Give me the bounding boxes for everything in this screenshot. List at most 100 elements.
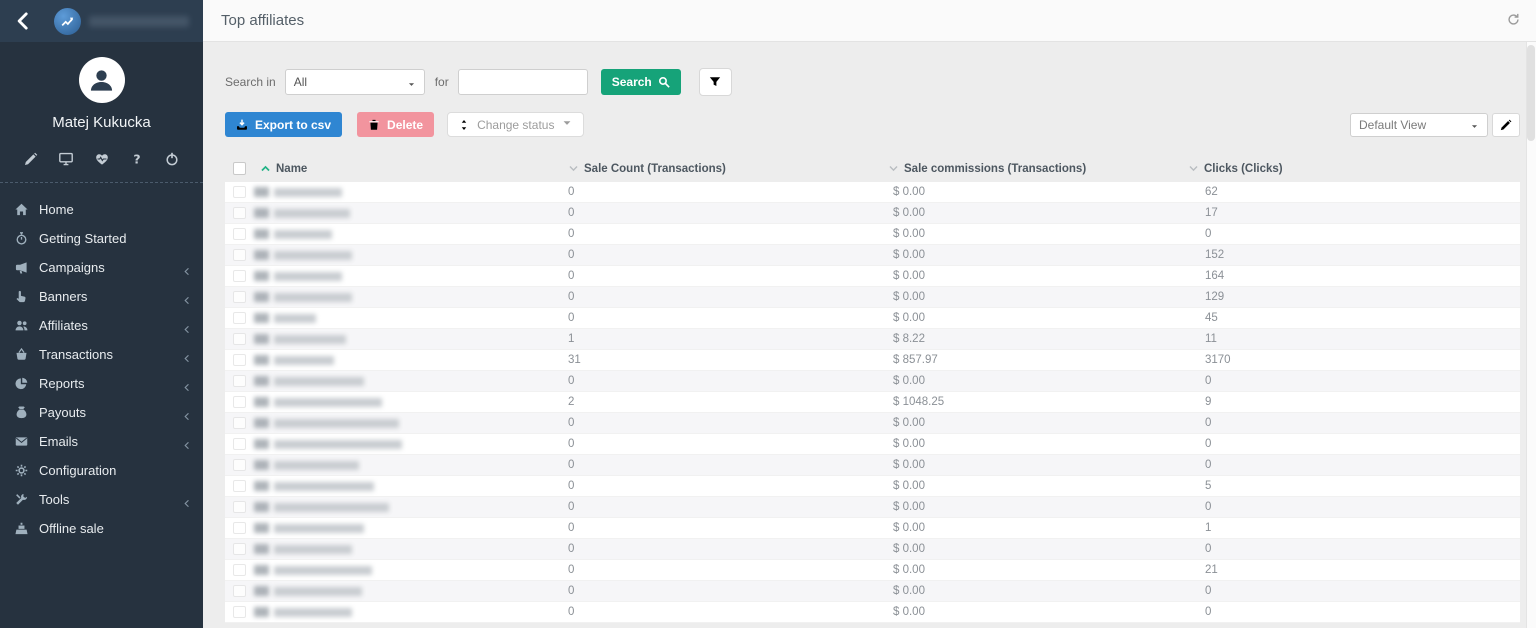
cell-sale-count: 0 <box>568 228 888 240</box>
row-checkbox[interactable] <box>233 228 246 240</box>
row-checkbox[interactable] <box>233 543 246 555</box>
heartbeat-icon[interactable] <box>95 152 109 166</box>
vertical-scrollbar[interactable] <box>1526 42 1536 628</box>
sidebar-item-label: Home <box>39 202 191 217</box>
sidebar-item-label: Banners <box>39 289 182 304</box>
table-row[interactable]: 0$ 0.0062 <box>225 182 1520 203</box>
cell-sale-commissions: $ 0.00 <box>888 438 1188 450</box>
sidebar-item-home[interactable]: Home <box>0 195 203 224</box>
table-row[interactable]: 0$ 0.0045 <box>225 308 1520 329</box>
cell-sale-commissions: $ 0.00 <box>888 207 1188 219</box>
refresh-icon[interactable] <box>1507 13 1521 27</box>
envelope-icon <box>15 435 29 449</box>
sidebar-item-offline-sale[interactable]: Offline sale <box>0 514 203 543</box>
sidebar-item-affiliates[interactable]: Affiliates <box>0 311 203 340</box>
delete-button[interactable]: Delete <box>357 112 434 137</box>
name-redacted <box>274 251 352 260</box>
table-row[interactable]: 0$ 0.000 <box>225 434 1520 455</box>
cell-clicks: 0 <box>1188 606 1520 618</box>
row-checkbox[interactable] <box>233 459 246 471</box>
cell-name <box>225 564 568 576</box>
change-status-button[interactable]: Change status <box>447 112 584 137</box>
search-term-input[interactable] <box>458 69 588 95</box>
view-select[interactable]: Default View <box>1350 113 1488 137</box>
row-checkbox[interactable] <box>233 375 246 387</box>
sidebar-item-emails[interactable]: Emails <box>0 427 203 456</box>
row-checkbox[interactable] <box>233 207 246 219</box>
table-row[interactable]: 0$ 0.000 <box>225 224 1520 245</box>
table-row[interactable]: 0$ 0.000 <box>225 539 1520 560</box>
edit-view-button[interactable] <box>1492 113 1520 137</box>
cash-register-icon <box>15 522 29 536</box>
cell-clicks: 9 <box>1188 396 1520 408</box>
table-row[interactable]: 0$ 0.000 <box>225 602 1520 623</box>
row-checkbox[interactable] <box>233 480 246 492</box>
table-row[interactable]: 0$ 0.00152 <box>225 245 1520 266</box>
column-header-sale-count-transactions-[interactable]: Sale Count (Transactions) <box>568 163 888 175</box>
table-row[interactable]: 0$ 0.0021 <box>225 560 1520 581</box>
row-checkbox[interactable] <box>233 438 246 450</box>
sidebar-item-label: Emails <box>39 434 182 449</box>
table-row[interactable]: 0$ 0.000 <box>225 371 1520 392</box>
sidebar-item-configuration[interactable]: Configuration <box>0 456 203 485</box>
money-bag-icon <box>15 406 29 420</box>
name-redacted <box>274 419 399 428</box>
row-checkbox[interactable] <box>233 417 246 429</box>
cell-sale-commissions: $ 0.00 <box>888 480 1188 492</box>
row-checkbox[interactable] <box>233 354 246 366</box>
table-row[interactable]: 0$ 0.000 <box>225 455 1520 476</box>
column-header-clicks-clicks-[interactable]: Clicks (Clicks) <box>1188 163 1520 175</box>
monitor-icon[interactable] <box>59 152 73 166</box>
table-row[interactable]: 0$ 0.000 <box>225 497 1520 518</box>
view-select-value: Default View <box>1359 118 1426 132</box>
scrollbar-thumb[interactable] <box>1527 45 1535 141</box>
cell-sale-count: 0 <box>568 207 888 219</box>
sidebar-item-reports[interactable]: Reports <box>0 369 203 398</box>
row-checkbox[interactable] <box>233 585 246 597</box>
sidebar-item-payouts[interactable]: Payouts <box>0 398 203 427</box>
table-row[interactable]: 0$ 0.0017 <box>225 203 1520 224</box>
column-header-name[interactable]: Name <box>225 162 568 175</box>
sidebar-item-getting-started[interactable]: Getting Started <box>0 224 203 253</box>
select-all-checkbox[interactable] <box>233 162 246 175</box>
row-checkbox[interactable] <box>233 501 246 513</box>
row-checkbox[interactable] <box>233 333 246 345</box>
sidebar-item-transactions[interactable]: Transactions <box>0 340 203 369</box>
table-row[interactable]: 0$ 0.000 <box>225 581 1520 602</box>
cell-sale-count: 2 <box>568 396 888 408</box>
filter-button[interactable] <box>699 68 732 96</box>
export-csv-button[interactable]: Export to csv <box>225 112 342 137</box>
table-row[interactable]: 31$ 857.973170 <box>225 350 1520 371</box>
row-checkbox[interactable] <box>233 312 246 324</box>
table-row[interactable]: 0$ 0.005 <box>225 476 1520 497</box>
table-row[interactable]: 0$ 0.00164 <box>225 266 1520 287</box>
cell-sale-commissions: $ 8.22 <box>888 333 1188 345</box>
name-redacted <box>274 566 372 575</box>
back-chevron-icon[interactable] <box>14 12 32 30</box>
row-checkbox[interactable] <box>233 249 246 261</box>
table-row[interactable]: 2$ 1048.259 <box>225 392 1520 413</box>
cell-clicks: 62 <box>1188 186 1520 198</box>
column-header-sale-commissions-transactions-[interactable]: Sale commissions (Transactions) <box>888 163 1188 175</box>
row-checkbox[interactable] <box>233 564 246 576</box>
search-button[interactable]: Search <box>601 69 681 95</box>
sidebar-item-tools[interactable]: Tools <box>0 485 203 514</box>
pencil-icon[interactable] <box>24 152 38 166</box>
row-checkbox[interactable] <box>233 606 246 618</box>
row-checkbox[interactable] <box>233 270 246 282</box>
table-row[interactable]: 1$ 8.2211 <box>225 329 1520 350</box>
table-row[interactable]: 0$ 0.001 <box>225 518 1520 539</box>
row-checkbox[interactable] <box>233 291 246 303</box>
stopwatch-icon <box>15 232 29 246</box>
sidebar-item-banners[interactable]: Banners <box>0 282 203 311</box>
question-icon[interactable]: ? <box>130 152 144 166</box>
row-checkbox[interactable] <box>233 186 246 198</box>
row-checkbox[interactable] <box>233 396 246 408</box>
search-in-select[interactable]: All <box>285 69 425 95</box>
sidebar-item-campaigns[interactable]: Campaigns <box>0 253 203 282</box>
row-checkbox[interactable] <box>233 522 246 534</box>
table-row[interactable]: 0$ 0.00129 <box>225 287 1520 308</box>
power-icon[interactable] <box>165 152 179 166</box>
table-row[interactable]: 0$ 0.000 <box>225 413 1520 434</box>
sort-icon <box>1188 163 1199 174</box>
